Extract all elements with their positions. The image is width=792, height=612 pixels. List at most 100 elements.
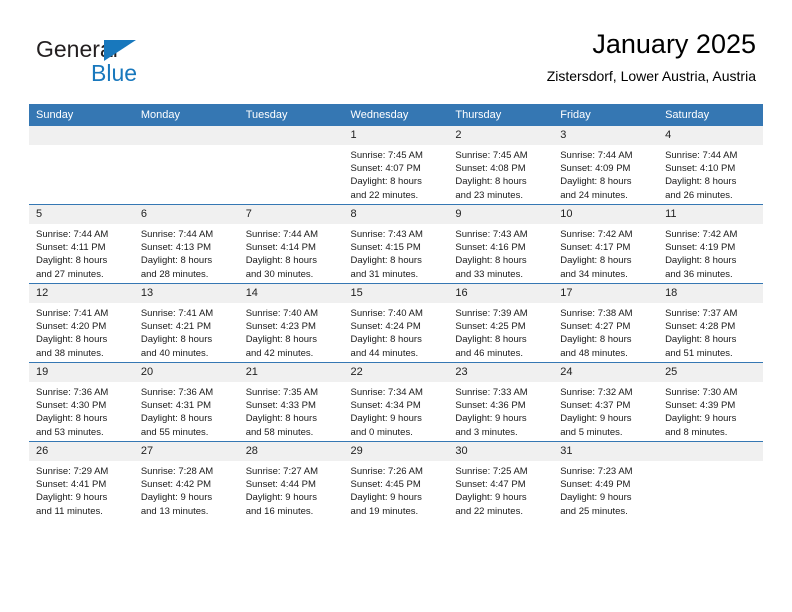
day-details: Sunrise: 7:27 AM Sunset: 4:44 PM Dayligh…	[239, 461, 344, 518]
weekday-header-friday: Friday	[553, 104, 659, 126]
sunset-line: Sunset: 4:42 PM	[140, 479, 212, 491]
general-blue-logo[interactable]: General Blue	[36, 36, 216, 88]
week-row: 12 Sunrise: 7:41 AM Sunset: 4:20 PM Dayl…	[29, 283, 763, 363]
daylight-line-2: and 30 minutes.	[245, 268, 314, 280]
day-cell[interactable]	[238, 126, 344, 205]
daylight-line-2: and 22 minutes.	[455, 505, 523, 517]
daylight-line-1: Daylight: 8 hours	[140, 255, 213, 267]
day-cell[interactable]: 19 Sunrise: 7:36 AM Sunset: 4:30 PM Dayl…	[29, 362, 134, 442]
day-cell[interactable]: 5 Sunrise: 7:44 AM Sunset: 4:11 PM Dayli…	[29, 204, 134, 284]
day-cell[interactable]: 29 Sunrise: 7:26 AM Sunset: 4:45 PM Dayl…	[343, 441, 449, 520]
daylight-line-1: Daylight: 8 hours	[350, 334, 422, 346]
daylight-line-2: and 33 minutes.	[455, 268, 523, 280]
day-number: 7	[238, 205, 344, 224]
day-details: Sunrise: 7:44 AM Sunset: 4:09 PM Dayligh…	[553, 145, 658, 202]
day-cell[interactable]: 31 Sunrise: 7:23 AM Sunset: 4:49 PM Dayl…	[553, 441, 659, 520]
day-cell[interactable]: 16 Sunrise: 7:39 AM Sunset: 4:25 PM Dayl…	[448, 283, 554, 363]
day-cell[interactable]	[133, 126, 239, 205]
sunrise-line: Sunrise: 7:28 AM	[140, 466, 214, 477]
day-cell[interactable]	[29, 126, 134, 205]
day-cell[interactable]: 6 Sunrise: 7:44 AM Sunset: 4:13 PM Dayli…	[133, 204, 239, 284]
day-cell[interactable]: 9 Sunrise: 7:43 AM Sunset: 4:16 PM Dayli…	[448, 204, 554, 284]
sunset-line: Sunset: 4:49 PM	[560, 479, 631, 491]
sunrise-line: Sunrise: 7:41 AM	[36, 308, 109, 319]
sunset-line: Sunset: 4:11 PM	[36, 242, 106, 254]
day-cell[interactable]: 3 Sunrise: 7:44 AM Sunset: 4:09 PM Dayli…	[553, 126, 659, 205]
sunset-line: Sunset: 4:44 PM	[245, 479, 316, 491]
day-cell[interactable]: 27 Sunrise: 7:28 AM Sunset: 4:42 PM Dayl…	[133, 441, 239, 520]
daylight-line-2: and 51 minutes.	[665, 347, 733, 359]
day-cell[interactable]: 30 Sunrise: 7:25 AM Sunset: 4:47 PM Dayl…	[448, 441, 554, 520]
day-cell[interactable]: 7 Sunrise: 7:44 AM Sunset: 4:14 PM Dayli…	[238, 204, 344, 284]
day-number: 12	[29, 284, 134, 303]
day-cell[interactable]: 11 Sunrise: 7:42 AM Sunset: 4:19 PM Dayl…	[658, 204, 763, 284]
daylight-line-1: Daylight: 8 hours	[560, 176, 632, 188]
day-number: 6	[133, 205, 239, 224]
day-number: 31	[553, 442, 659, 461]
day-cell[interactable]: 2 Sunrise: 7:45 AM Sunset: 4:08 PM Dayli…	[448, 126, 554, 205]
logo-triangle-icon	[104, 40, 136, 61]
day-details: Sunrise: 7:23 AM Sunset: 4:49 PM Dayligh…	[553, 461, 658, 518]
daylight-line-2: and 58 minutes.	[245, 426, 314, 438]
day-cell[interactable]: 1 Sunrise: 7:45 AM Sunset: 4:07 PM Dayli…	[343, 126, 449, 205]
day-cell[interactable]: 20 Sunrise: 7:36 AM Sunset: 4:31 PM Dayl…	[133, 362, 239, 442]
daylight-line-2: and 55 minutes.	[140, 426, 209, 438]
day-details: Sunrise: 7:43 AM Sunset: 4:16 PM Dayligh…	[448, 224, 553, 281]
day-number: 4	[658, 126, 763, 145]
sunrise-line: Sunrise: 7:35 AM	[245, 387, 319, 398]
day-details: Sunrise: 7:44 AM Sunset: 4:13 PM Dayligh…	[134, 224, 239, 281]
day-cell[interactable]: 18 Sunrise: 7:37 AM Sunset: 4:28 PM Dayl…	[658, 283, 763, 363]
daylight-line-1: Daylight: 8 hours	[665, 255, 737, 267]
day-cell[interactable]: 25 Sunrise: 7:30 AM Sunset: 4:39 PM Dayl…	[658, 362, 763, 442]
daylight-line-1: Daylight: 9 hours	[350, 492, 422, 504]
daylight-line-2: and 11 minutes.	[36, 505, 103, 517]
day-cell[interactable]: 12 Sunrise: 7:41 AM Sunset: 4:20 PM Dayl…	[29, 283, 134, 363]
day-cell[interactable]: 17 Sunrise: 7:38 AM Sunset: 4:27 PM Dayl…	[553, 283, 659, 363]
day-details: Sunrise: 7:44 AM Sunset: 4:11 PM Dayligh…	[29, 224, 134, 281]
daylight-line-1: Daylight: 8 hours	[245, 413, 317, 425]
day-cell[interactable]: 10 Sunrise: 7:42 AM Sunset: 4:17 PM Dayl…	[553, 204, 659, 284]
sunset-line: Sunset: 4:10 PM	[665, 163, 736, 175]
daylight-line-1: Daylight: 8 hours	[665, 334, 737, 346]
sunrise-line: Sunrise: 7:36 AM	[140, 387, 214, 398]
day-number: 24	[553, 363, 659, 382]
day-cell[interactable]: 24 Sunrise: 7:32 AM Sunset: 4:37 PM Dayl…	[553, 362, 659, 442]
sunset-line: Sunset: 4:24 PM	[350, 321, 421, 333]
day-cell[interactable]: 28 Sunrise: 7:27 AM Sunset: 4:44 PM Dayl…	[238, 441, 344, 520]
page-subtitle: Zistersdorf, Lower Austria, Austria	[546, 68, 756, 84]
day-number	[238, 126, 344, 145]
daylight-line-2: and 16 minutes.	[245, 505, 314, 517]
sunset-line: Sunset: 4:39 PM	[665, 400, 736, 412]
day-cell[interactable]: 13 Sunrise: 7:41 AM Sunset: 4:21 PM Dayl…	[133, 283, 239, 363]
sunrise-line: Sunrise: 7:43 AM	[350, 229, 423, 240]
day-cell[interactable]: 15 Sunrise: 7:40 AM Sunset: 4:24 PM Dayl…	[343, 283, 449, 363]
sunset-line: Sunset: 4:37 PM	[560, 400, 631, 412]
sunrise-line: Sunrise: 7:32 AM	[560, 387, 633, 398]
day-details: Sunrise: 7:41 AM Sunset: 4:20 PM Dayligh…	[29, 303, 134, 360]
day-details: Sunrise: 7:42 AM Sunset: 4:17 PM Dayligh…	[553, 224, 658, 281]
calendar-page: General Blue January 2025 Zistersdorf, L…	[0, 0, 792, 612]
daylight-line-1: Daylight: 8 hours	[36, 334, 108, 346]
day-number: 30	[448, 442, 554, 461]
day-cell[interactable]: 22 Sunrise: 7:34 AM Sunset: 4:34 PM Dayl…	[343, 362, 449, 442]
daylight-line-2: and 44 minutes.	[350, 347, 419, 359]
day-cell[interactable]: 21 Sunrise: 7:35 AM Sunset: 4:33 PM Dayl…	[238, 362, 344, 442]
day-cell[interactable]: 14 Sunrise: 7:40 AM Sunset: 4:23 PM Dayl…	[238, 283, 344, 363]
day-details: Sunrise: 7:33 AM Sunset: 4:36 PM Dayligh…	[448, 382, 553, 439]
day-details: Sunrise: 7:40 AM Sunset: 4:23 PM Dayligh…	[239, 303, 344, 360]
day-cell[interactable]: 26 Sunrise: 7:29 AM Sunset: 4:41 PM Dayl…	[29, 441, 134, 520]
sunset-line: Sunset: 4:28 PM	[665, 321, 736, 333]
day-details: Sunrise: 7:28 AM Sunset: 4:42 PM Dayligh…	[134, 461, 239, 518]
daylight-line-2: and 24 minutes.	[560, 189, 628, 201]
sunset-line: Sunset: 4:45 PM	[350, 479, 421, 491]
day-details: Sunrise: 7:35 AM Sunset: 4:33 PM Dayligh…	[239, 382, 344, 439]
day-number: 21	[238, 363, 344, 382]
sunrise-line: Sunrise: 7:23 AM	[560, 466, 633, 477]
sunset-line: Sunset: 4:27 PM	[560, 321, 631, 333]
day-cell[interactable]: 23 Sunrise: 7:33 AM Sunset: 4:36 PM Dayl…	[448, 362, 554, 442]
day-number: 5	[29, 205, 134, 224]
day-cell[interactable]	[658, 441, 763, 520]
day-cell[interactable]: 8 Sunrise: 7:43 AM Sunset: 4:15 PM Dayli…	[343, 204, 449, 284]
day-cell[interactable]: 4 Sunrise: 7:44 AM Sunset: 4:10 PM Dayli…	[658, 126, 763, 205]
day-number: 27	[133, 442, 239, 461]
